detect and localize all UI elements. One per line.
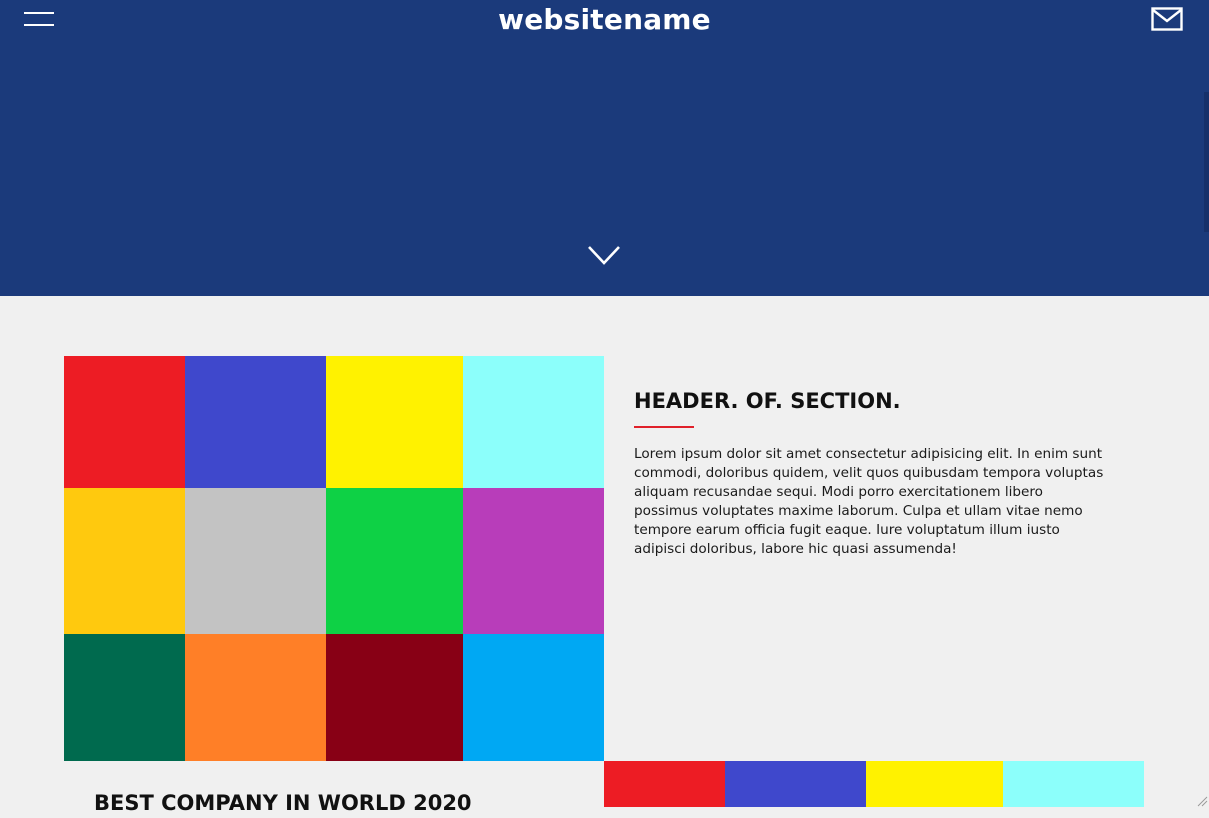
color-tile: [1003, 761, 1144, 807]
second-color-tile-grid: [604, 761, 1144, 807]
section-header: HEADER. OF. SECTION.: [634, 389, 901, 413]
color-tile: [463, 488, 604, 634]
next-section-title: BEST COMPANY IN WORLD 2020: [94, 791, 472, 815]
color-tile: [866, 761, 1003, 807]
color-tile: [185, 356, 326, 488]
color-tile: [185, 634, 326, 761]
hero-banner: websitename: [0, 0, 1209, 296]
color-tile-grid: [64, 356, 604, 761]
envelope-icon[interactable]: [1151, 7, 1183, 31]
color-tile: [185, 488, 326, 634]
chevron-down-icon[interactable]: [587, 243, 621, 267]
section-underline: [634, 426, 694, 428]
color-tile: [326, 634, 463, 761]
color-tile: [725, 761, 866, 807]
color-tile: [64, 634, 185, 761]
color-tile: [326, 356, 463, 488]
color-tile: [326, 488, 463, 634]
color-tile: [64, 488, 185, 634]
color-tile: [463, 356, 604, 488]
section-body: Lorem ipsum dolor sit amet consectetur a…: [634, 446, 1104, 557]
color-tile: [604, 761, 725, 807]
color-tile: [64, 356, 185, 488]
resize-grip-icon[interactable]: [1196, 795, 1208, 807]
color-tile: [463, 634, 604, 761]
site-title[interactable]: websitename: [0, 2, 1209, 38]
scrollbar-track[interactable]: [1204, 92, 1209, 232]
